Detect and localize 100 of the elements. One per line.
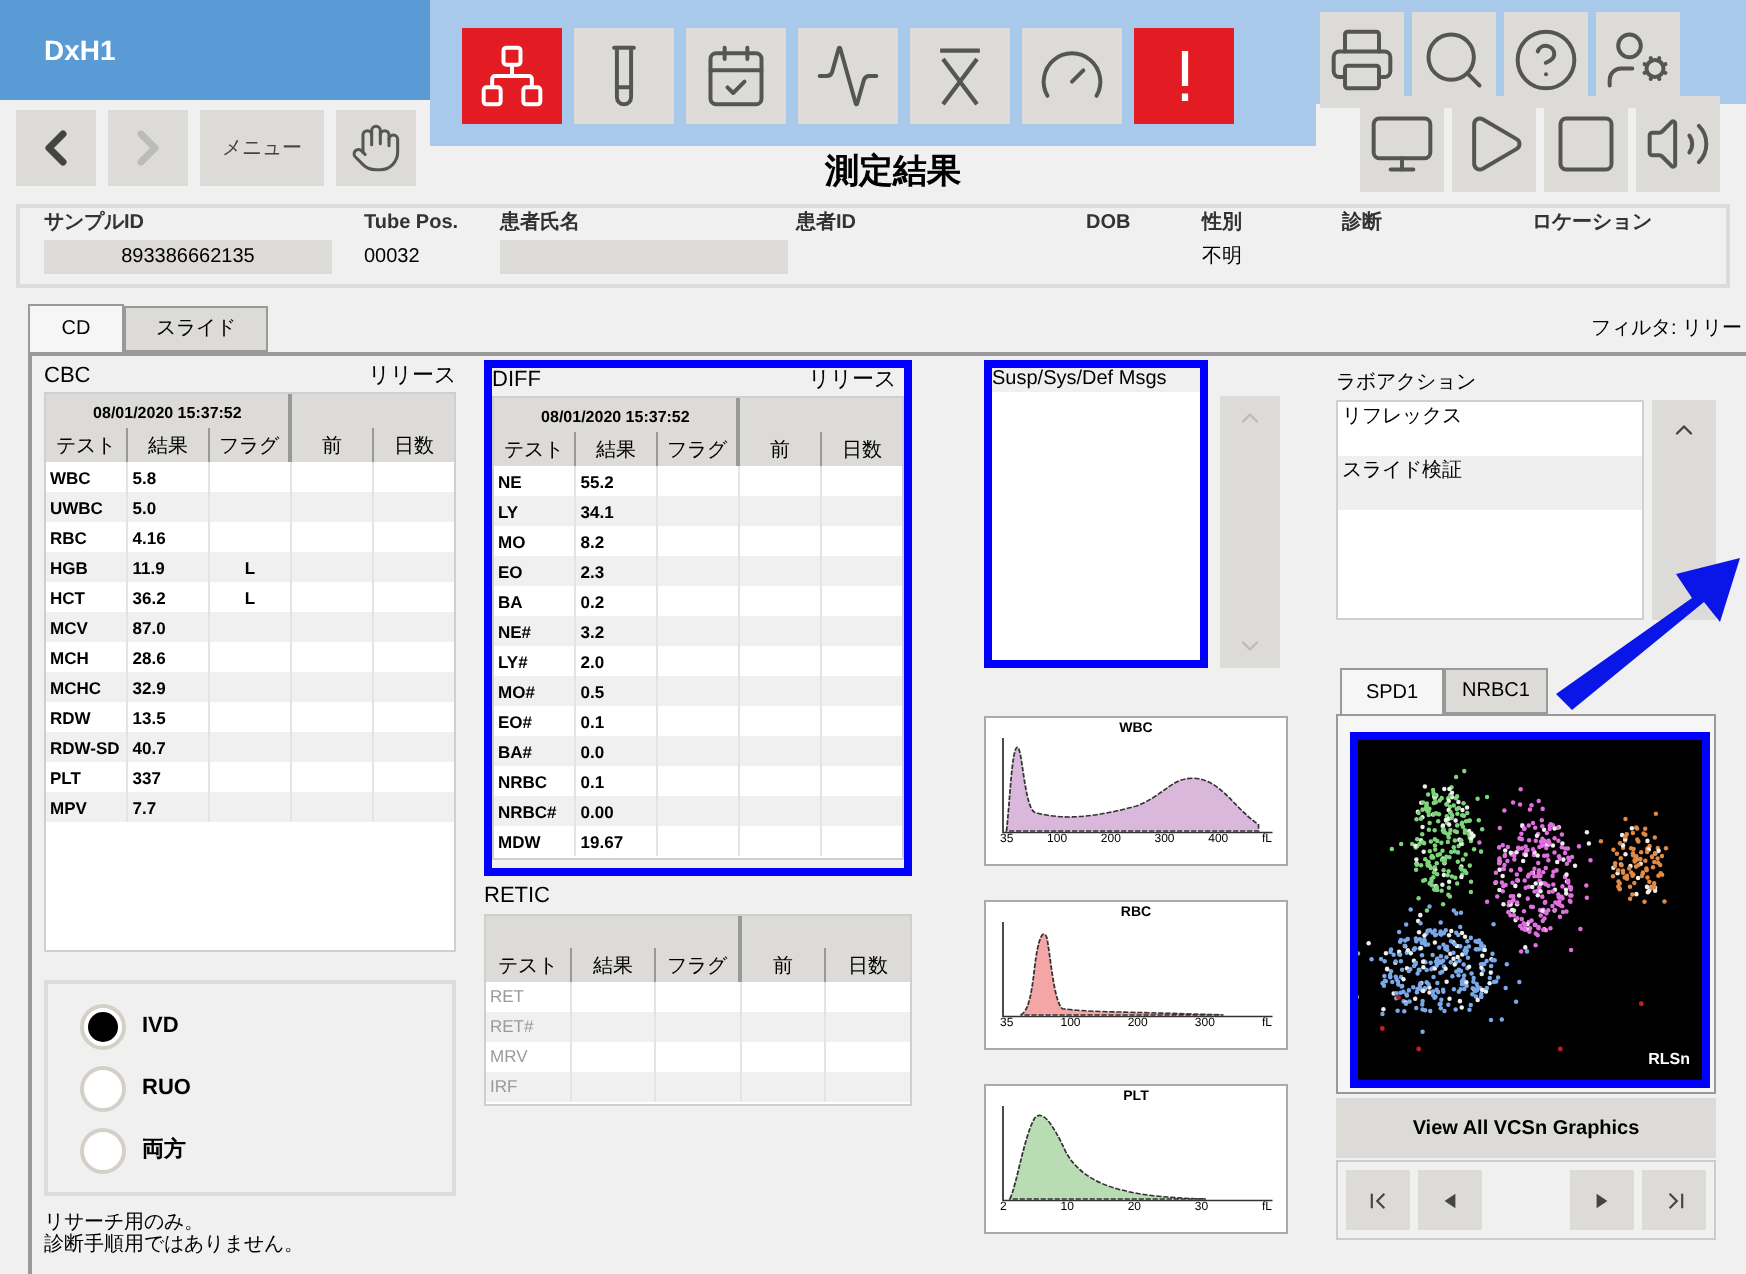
toolbar-button[interactable] <box>574 28 674 124</box>
test-name: MDW <box>498 831 541 851</box>
column-header: 結果 <box>148 436 189 458</box>
test-name: RDW-SD <box>50 737 120 757</box>
radio-label: IVD <box>142 1011 179 1042</box>
result-value: 19.67 <box>580 831 624 851</box>
test-name: BA <box>498 591 523 611</box>
test-name: HCT <box>50 587 85 607</box>
field-value: 893386662135 <box>44 240 332 274</box>
first-page-icon <box>1369 1191 1387 1209</box>
page-title: 測定結果 <box>825 149 961 193</box>
test-name: MCV <box>50 617 88 637</box>
toolbar-button[interactable] <box>1544 96 1628 192</box>
messages-title: Susp/Sys/Def Msgs <box>992 368 1200 392</box>
result-value: 11.9 <box>132 557 165 577</box>
test-name: NRBC# <box>498 801 557 821</box>
result-value: 2.0 <box>580 651 605 671</box>
back-button[interactable] <box>16 110 96 186</box>
column-header: 結果 <box>593 955 634 977</box>
test-name: NE <box>498 471 522 491</box>
result-value: 5.0 <box>132 497 157 517</box>
column-header: 前 <box>322 436 343 458</box>
section-title: ラボアクション <box>1336 372 1478 396</box>
radio-button[interactable] <box>80 1065 126 1111</box>
toolbar-button[interactable] <box>1636 96 1720 192</box>
test-name: RBC <box>50 527 87 547</box>
plot-label: RLSn <box>1648 1048 1690 1072</box>
toolbar-button[interactable] <box>910 28 1010 124</box>
test-name: MCH <box>50 647 89 667</box>
section-title: CBC <box>44 361 91 391</box>
toolbar-button[interactable] <box>462 28 562 124</box>
result-value: 40.7 <box>132 737 166 757</box>
tab[interactable]: SPD1 <box>1340 668 1444 714</box>
result-value: 2.3 <box>580 561 605 581</box>
test-name: MO <box>498 531 526 551</box>
column-header: 前 <box>770 440 791 462</box>
tab[interactable]: CD <box>28 304 124 352</box>
test-name: RET <box>490 986 524 1006</box>
sample-button[interactable] <box>336 110 416 186</box>
test-name: RDW <box>50 707 91 727</box>
section-title: DIFF <box>492 365 541 395</box>
release-status: リリース <box>368 361 456 391</box>
toolbar-button[interactable] <box>1452 96 1536 192</box>
view-all-button[interactable]: View All VCSn Graphics <box>1336 1098 1716 1158</box>
toolbar-button[interactable] <box>1360 96 1444 192</box>
result-value: 0.5 <box>580 681 605 701</box>
result-value: 0.0 <box>580 741 605 761</box>
column-header: フラグ <box>219 436 280 458</box>
scrollbar[interactable] <box>1220 396 1280 668</box>
test-name: UWBC <box>50 497 103 517</box>
field-label: 患者ID <box>796 212 858 236</box>
result-value: 0.1 <box>580 771 605 791</box>
tab[interactable]: スライド <box>124 306 268 352</box>
column-header: 結果 <box>596 440 637 462</box>
field-value: 00032 <box>364 244 422 272</box>
test-name: RET# <box>490 1016 534 1036</box>
result-value: 7.7 <box>132 797 157 817</box>
toolbar-button[interactable] <box>1320 12 1404 108</box>
test-name: LY <box>498 501 519 521</box>
timestamp: 08/01/2020 15:37:52 <box>93 404 242 422</box>
footnote: 診断手順用ではありません。 <box>44 1234 306 1256</box>
lab-action-item[interactable]: スライド検証 <box>1338 456 1642 510</box>
app-name: DxH1 <box>44 31 116 69</box>
test-name: PLT <box>50 767 81 787</box>
field-label: 性別 <box>1202 212 1244 236</box>
toolbar-button[interactable] <box>798 28 898 124</box>
flag-value: L <box>244 557 256 577</box>
network-icon <box>478 42 546 110</box>
column-header: 日数 <box>841 440 882 462</box>
column-header: テスト <box>497 955 558 977</box>
timestamp: 08/01/2020 15:37:52 <box>541 408 690 426</box>
result-value: 0.1 <box>580 711 605 731</box>
section-title: RETIC <box>484 882 552 912</box>
toolbar-button[interactable] <box>686 28 786 124</box>
radio-button[interactable] <box>80 1003 126 1049</box>
toolbar-button[interactable] <box>1022 28 1122 124</box>
waveform-icon <box>814 42 882 110</box>
column-header: テスト <box>504 440 565 462</box>
test-name: NE# <box>498 621 532 641</box>
result-value: 87.0 <box>132 617 166 637</box>
result-value: 32.9 <box>132 677 166 697</box>
result-value: 8.2 <box>580 531 605 551</box>
tab[interactable]: NRBC1 <box>1444 668 1548 714</box>
test-name: NRBC <box>498 771 548 791</box>
test-name: MPV <box>50 797 87 817</box>
result-value: 34.1 <box>580 501 614 521</box>
radio-button[interactable] <box>80 1127 126 1173</box>
field-label: サンプルID <box>44 212 146 236</box>
field-label: Tube Pos. <box>364 212 461 236</box>
column-header: フラグ <box>667 955 728 977</box>
column-header: 日数 <box>848 955 889 977</box>
help-icon <box>1512 26 1580 94</box>
menu-button[interactable]: メニュー <box>200 110 324 186</box>
field-label: 診断 <box>1342 212 1384 236</box>
field-label: ロケーション <box>1532 212 1654 236</box>
release-status: リリース <box>808 365 896 395</box>
result-value: 337 <box>132 767 161 787</box>
toolbar-button[interactable] <box>1134 28 1234 124</box>
test-name: EO <box>498 561 523 581</box>
result-value: 5.8 <box>132 467 157 487</box>
